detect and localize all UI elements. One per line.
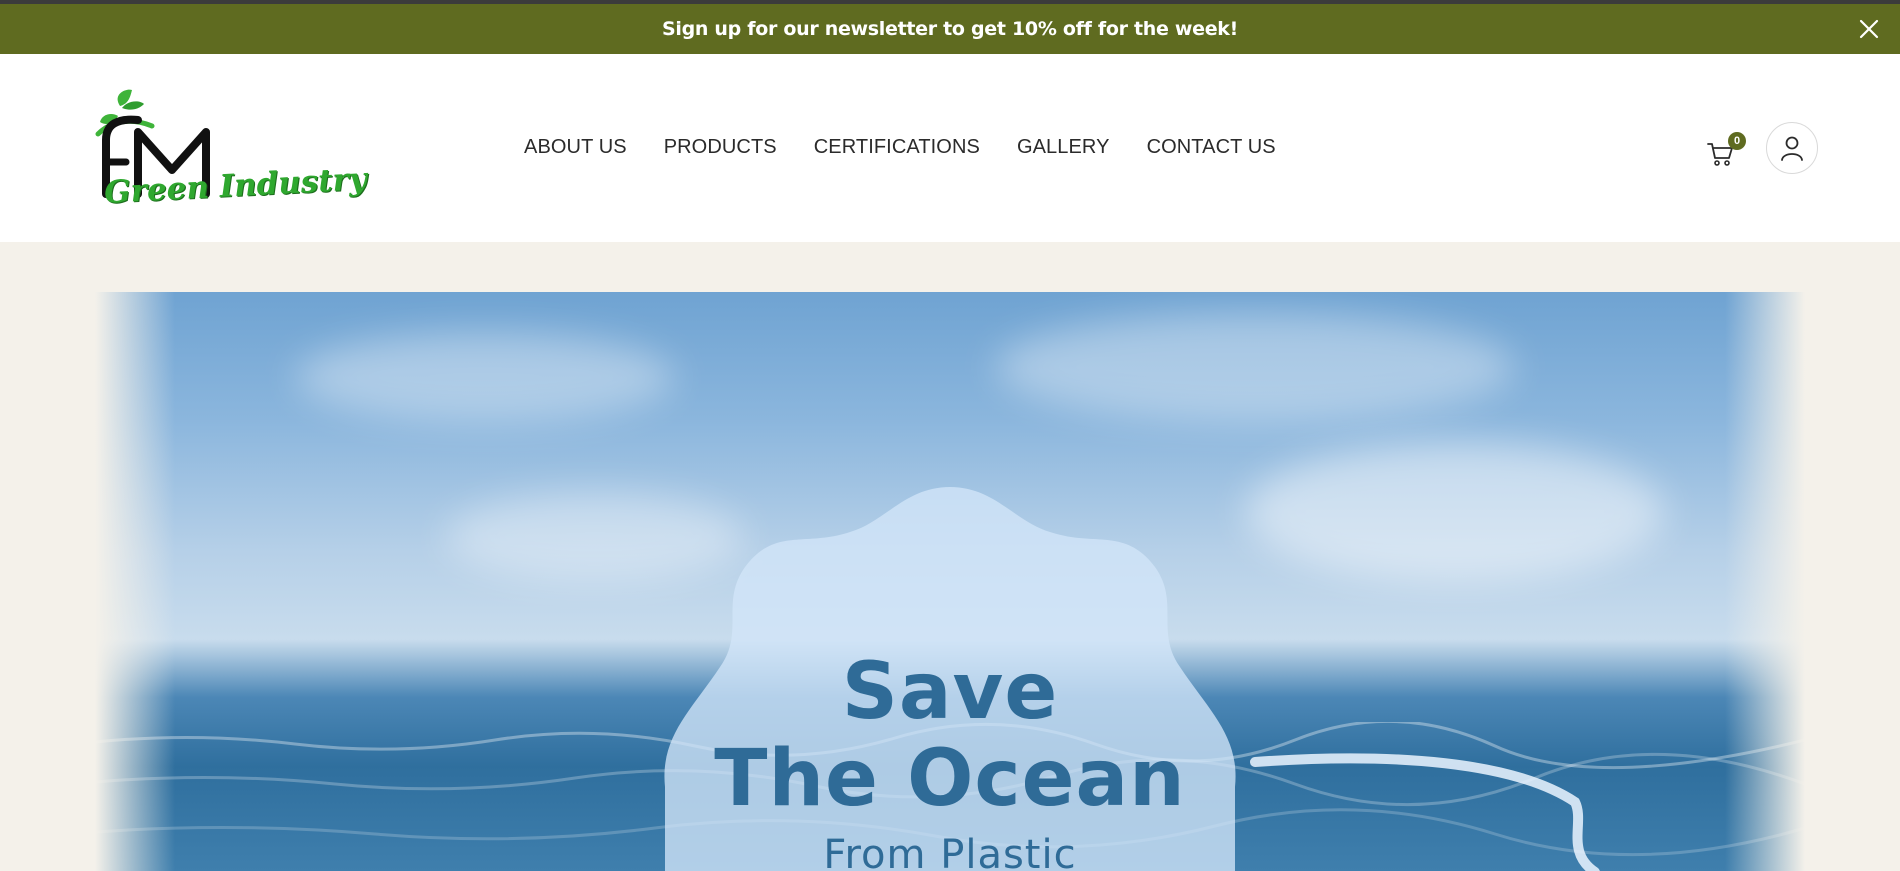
hero-banner: Save The Ocean From Plastic	[95, 292, 1805, 871]
announcement-bar: Sign up for our newsletter to get 10% of…	[0, 4, 1900, 54]
site-header: Green Industry ABOUT US PRODUCTS CERTIFI…	[0, 54, 1900, 242]
nav-item-about-us[interactable]: ABOUT US	[524, 136, 627, 159]
hero-title-line2: The Ocean	[714, 734, 1186, 824]
cart-button[interactable]: 0	[1706, 132, 1746, 174]
main-nav: ABOUT US PRODUCTS CERTIFICATIONS GALLERY…	[524, 136, 1313, 159]
nav-item-products[interactable]: PRODUCTS	[664, 136, 777, 159]
nav-item-gallery[interactable]: GALLERY	[1017, 136, 1110, 159]
user-icon	[1781, 136, 1803, 161]
account-button[interactable]	[1766, 122, 1818, 174]
hero-title-line1: Save	[841, 647, 1059, 737]
nav-item-certifications[interactable]: CERTIFICATIONS	[814, 136, 980, 159]
brand-logo[interactable]: Green Industry	[92, 84, 368, 219]
nav-item-contact-us[interactable]: CONTACT US	[1147, 136, 1276, 159]
hero-subtitle: From Plastic	[823, 832, 1077, 871]
cart-count-badge: 0	[1728, 132, 1746, 150]
close-icon[interactable]	[1858, 18, 1880, 40]
announcement-text: Sign up for our newsletter to get 10% of…	[661, 18, 1239, 40]
